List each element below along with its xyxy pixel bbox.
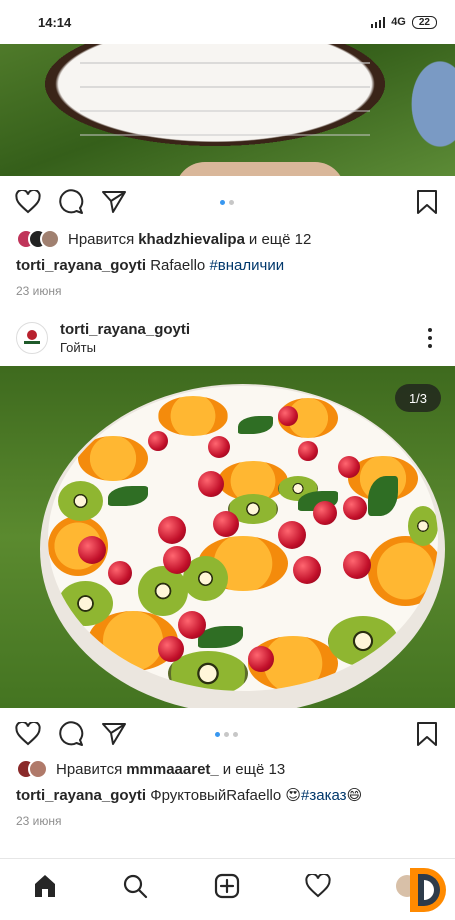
post1-likes[interactable]: Нравится khadzhievalipa и ещё 12 <box>16 228 311 250</box>
liker-avatars <box>16 229 60 249</box>
cake-decoration <box>48 386 438 691</box>
send-icon[interactable] <box>100 720 128 748</box>
comment-icon[interactable] <box>57 188 85 216</box>
caption-emoji: 😄 <box>346 787 363 804</box>
carousel-counter: 1/3 <box>395 384 441 412</box>
status-bar: 14:14 4G 22 <box>0 0 455 44</box>
cake-ridge-decoration <box>80 62 370 64</box>
battery-level: 22 <box>418 16 430 28</box>
post2-date: 23 июня <box>16 814 62 828</box>
post2-likes[interactable]: Нравится mmmaaaret_ и ещё 13 <box>16 758 285 780</box>
caption-username[interactable]: torti_rayana_goyti <box>16 787 146 804</box>
status-indicators: 4G 22 <box>370 15 437 29</box>
post1-action-bar <box>0 176 455 226</box>
carousel-dots <box>215 732 238 737</box>
post2-caption: torti_rayana_goyti ФруктовыйRafaello 😍#з… <box>16 786 362 806</box>
battery-icon: 22 <box>411 15 437 29</box>
avatar[interactable] <box>16 322 48 354</box>
caption-username[interactable]: torti_rayana_goyti <box>16 257 146 274</box>
status-time: 14:14 <box>38 14 72 30</box>
caption-hashtag[interactable]: #вналичии <box>209 257 284 274</box>
post2-header: torti_rayana_goyti Гойты <box>0 312 455 366</box>
likes-suffix: и ещё 12 <box>248 230 312 248</box>
send-icon[interactable] <box>100 188 128 216</box>
likes-prefix: Нравится <box>56 760 123 778</box>
comment-icon[interactable] <box>57 720 85 748</box>
post1-caption: torti_rayana_goyti Rafaello #вналичии <box>16 256 284 276</box>
network-label: 4G <box>391 16 406 28</box>
bookmark-icon[interactable] <box>413 720 441 748</box>
post2-location[interactable]: Гойты <box>60 340 96 355</box>
likes-prefix: Нравится <box>68 230 135 248</box>
post1-photo[interactable] <box>0 44 455 176</box>
likes-suffix: и ещё 13 <box>222 760 286 778</box>
new-post-icon[interactable] <box>212 871 242 901</box>
more-options-icon[interactable] <box>420 328 440 348</box>
carousel-dots <box>220 200 234 205</box>
activity-icon[interactable] <box>303 871 333 901</box>
bookmark-icon[interactable] <box>413 188 441 216</box>
search-icon[interactable] <box>120 871 150 901</box>
likes-user[interactable]: khadzhievalipa <box>138 231 245 248</box>
heart-icon[interactable] <box>14 720 42 748</box>
caption-hashtag[interactable]: #заказ <box>301 787 347 804</box>
caption-text: ФруктовыйRafaello 😍 <box>150 787 302 804</box>
caption-text: Rafaello <box>150 257 206 274</box>
home-icon[interactable] <box>30 871 60 901</box>
likes-user[interactable]: mmmaaaret_ <box>126 761 219 778</box>
post2-username[interactable]: torti_rayana_goyti <box>60 321 190 338</box>
post2-action-bar <box>0 708 455 758</box>
hand-decoration <box>175 162 345 176</box>
watermark-logo-icon <box>400 862 452 918</box>
bottom-navigation <box>0 858 455 920</box>
post2-photo[interactable]: 1/3 <box>0 366 455 708</box>
heart-icon[interactable] <box>14 188 42 216</box>
signal-icon <box>370 16 386 28</box>
post1-date: 23 июня <box>16 284 62 298</box>
liker-avatars <box>16 759 48 779</box>
